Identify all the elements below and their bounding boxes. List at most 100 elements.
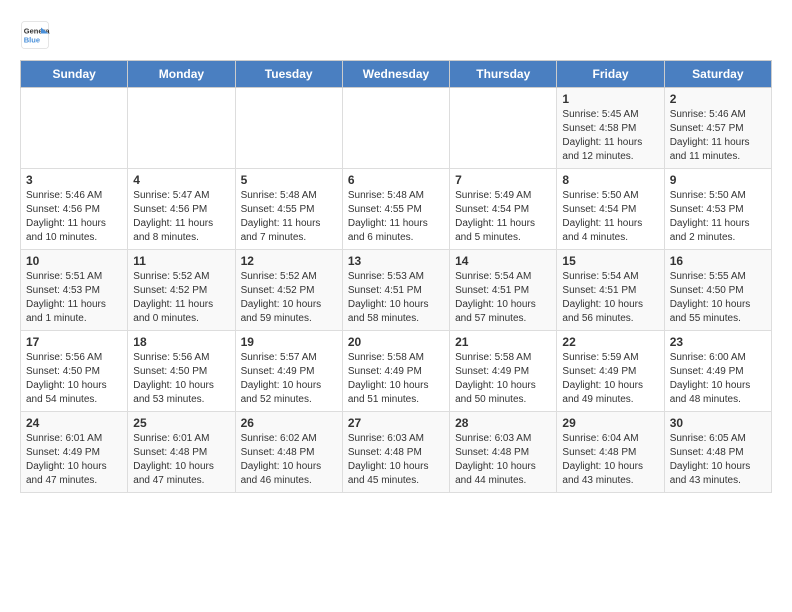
page-header: General Blue: [20, 20, 772, 50]
day-number: 2: [670, 92, 766, 106]
calendar-cell: 29 Sunrise: 6:04 AM Sunset: 4:48 PM Dayli…: [557, 412, 664, 493]
day-detail: Sunrise: 5:46 AM Sunset: 4:56 PM Dayligh…: [26, 189, 122, 245]
calendar-cell: 3 Sunrise: 5:46 AM Sunset: 4:56 PM Daylig…: [21, 169, 128, 250]
day-number: 11: [133, 254, 229, 268]
day-number: 5: [241, 173, 337, 187]
calendar-cell: 10 Sunrise: 5:51 AM Sunset: 4:53 PM Dayli…: [21, 250, 128, 331]
day-number: 29: [562, 416, 658, 430]
day-number: 18: [133, 335, 229, 349]
day-detail: Sunrise: 5:53 AM Sunset: 4:51 PM Dayligh…: [348, 270, 444, 326]
day-detail: Sunrise: 5:59 AM Sunset: 4:49 PM Dayligh…: [562, 351, 658, 407]
day-number: 21: [455, 335, 551, 349]
day-number: 25: [133, 416, 229, 430]
calendar-cell: 12 Sunrise: 5:52 AM Sunset: 4:52 PM Dayli…: [235, 250, 342, 331]
calendar-cell: 26 Sunrise: 6:02 AM Sunset: 4:48 PM Dayli…: [235, 412, 342, 493]
svg-text:General: General: [24, 27, 50, 36]
calendar-table: Sunday Monday Tuesday Wednesday Thursday…: [20, 60, 772, 493]
day-number: 22: [562, 335, 658, 349]
page-container: General Blue Sunday Monday Tuesday Wedne…: [0, 0, 792, 503]
day-number: 20: [348, 335, 444, 349]
day-number: 1: [562, 92, 658, 106]
calendar-cell: [235, 88, 342, 169]
day-detail: Sunrise: 5:54 AM Sunset: 4:51 PM Dayligh…: [455, 270, 551, 326]
day-detail: Sunrise: 5:52 AM Sunset: 4:52 PM Dayligh…: [241, 270, 337, 326]
day-number: 3: [26, 173, 122, 187]
header-friday: Friday: [557, 61, 664, 88]
header-sunday: Sunday: [21, 61, 128, 88]
day-detail: Sunrise: 5:50 AM Sunset: 4:54 PM Dayligh…: [562, 189, 658, 245]
calendar-body: 1 Sunrise: 5:45 AM Sunset: 4:58 PM Daylig…: [21, 88, 772, 493]
day-detail: Sunrise: 6:03 AM Sunset: 4:48 PM Dayligh…: [455, 432, 551, 488]
calendar-cell: [342, 88, 449, 169]
day-number: 4: [133, 173, 229, 187]
day-detail: Sunrise: 5:51 AM Sunset: 4:53 PM Dayligh…: [26, 270, 122, 326]
calendar-cell: 24 Sunrise: 6:01 AM Sunset: 4:49 PM Dayli…: [21, 412, 128, 493]
calendar-cell: 11 Sunrise: 5:52 AM Sunset: 4:52 PM Dayli…: [128, 250, 235, 331]
day-number: 7: [455, 173, 551, 187]
calendar-cell: 13Sunrise: 5:53 AM Sunset: 4:51 PM Dayli…: [342, 250, 449, 331]
day-detail: Sunrise: 6:01 AM Sunset: 4:49 PM Dayligh…: [26, 432, 122, 488]
calendar-cell: 4 Sunrise: 5:47 AM Sunset: 4:56 PM Daylig…: [128, 169, 235, 250]
day-number: 14: [455, 254, 551, 268]
calendar-week-row: 1 Sunrise: 5:45 AM Sunset: 4:58 PM Daylig…: [21, 88, 772, 169]
calendar-week-row: 10 Sunrise: 5:51 AM Sunset: 4:53 PM Dayli…: [21, 250, 772, 331]
calendar-week-row: 3 Sunrise: 5:46 AM Sunset: 4:56 PM Daylig…: [21, 169, 772, 250]
calendar-cell: 16Sunrise: 5:55 AM Sunset: 4:50 PM Dayli…: [664, 250, 771, 331]
day-number: 9: [670, 173, 766, 187]
day-detail: Sunrise: 6:01 AM Sunset: 4:48 PM Dayligh…: [133, 432, 229, 488]
calendar-week-row: 17Sunrise: 5:56 AM Sunset: 4:50 PM Dayli…: [21, 331, 772, 412]
day-number: 23: [670, 335, 766, 349]
calendar-cell: 23 Sunrise: 6:00 AM Sunset: 4:49 PM Dayli…: [664, 331, 771, 412]
day-number: 24: [26, 416, 122, 430]
calendar-week-row: 24 Sunrise: 6:01 AM Sunset: 4:49 PM Dayli…: [21, 412, 772, 493]
day-number: 16: [670, 254, 766, 268]
calendar-cell: 21Sunrise: 5:58 AM Sunset: 4:49 PM Dayli…: [450, 331, 557, 412]
calendar-cell: 9 Sunrise: 5:50 AM Sunset: 4:53 PM Daylig…: [664, 169, 771, 250]
day-number: 26: [241, 416, 337, 430]
day-detail: Sunrise: 5:52 AM Sunset: 4:52 PM Dayligh…: [133, 270, 229, 326]
day-detail: Sunrise: 5:49 AM Sunset: 4:54 PM Dayligh…: [455, 189, 551, 245]
svg-text:Blue: Blue: [24, 36, 40, 45]
calendar-cell: 6Sunrise: 5:48 AM Sunset: 4:55 PM Daylig…: [342, 169, 449, 250]
calendar-cell: 15Sunrise: 5:54 AM Sunset: 4:51 PM Dayli…: [557, 250, 664, 331]
calendar-cell: 8 Sunrise: 5:50 AM Sunset: 4:54 PM Daylig…: [557, 169, 664, 250]
day-detail: Sunrise: 6:05 AM Sunset: 4:48 PM Dayligh…: [670, 432, 766, 488]
day-number: 6: [348, 173, 444, 187]
header-wednesday: Wednesday: [342, 61, 449, 88]
day-detail: Sunrise: 6:04 AM Sunset: 4:48 PM Dayligh…: [562, 432, 658, 488]
day-detail: Sunrise: 6:02 AM Sunset: 4:48 PM Dayligh…: [241, 432, 337, 488]
day-detail: Sunrise: 5:47 AM Sunset: 4:56 PM Dayligh…: [133, 189, 229, 245]
day-number: 10: [26, 254, 122, 268]
calendar-cell: [128, 88, 235, 169]
calendar-cell: 20 Sunrise: 5:58 AM Sunset: 4:49 PM Dayli…: [342, 331, 449, 412]
calendar-cell: 22 Sunrise: 5:59 AM Sunset: 4:49 PM Dayli…: [557, 331, 664, 412]
header-tuesday: Tuesday: [235, 61, 342, 88]
calendar-cell: [21, 88, 128, 169]
calendar-cell: 28Sunrise: 6:03 AM Sunset: 4:48 PM Dayli…: [450, 412, 557, 493]
day-detail: Sunrise: 5:57 AM Sunset: 4:49 PM Dayligh…: [241, 351, 337, 407]
calendar-cell: 27Sunrise: 6:03 AM Sunset: 4:48 PM Dayli…: [342, 412, 449, 493]
header-monday: Monday: [128, 61, 235, 88]
calendar-cell: 17Sunrise: 5:56 AM Sunset: 4:50 PM Dayli…: [21, 331, 128, 412]
day-number: 12: [241, 254, 337, 268]
calendar-cell: 1 Sunrise: 5:45 AM Sunset: 4:58 PM Daylig…: [557, 88, 664, 169]
calendar-cell: 19 Sunrise: 5:57 AM Sunset: 4:49 PM Dayli…: [235, 331, 342, 412]
day-detail: Sunrise: 6:00 AM Sunset: 4:49 PM Dayligh…: [670, 351, 766, 407]
calendar-cell: 14 Sunrise: 5:54 AM Sunset: 4:51 PM Dayli…: [450, 250, 557, 331]
day-detail: Sunrise: 5:58 AM Sunset: 4:49 PM Dayligh…: [348, 351, 444, 407]
header-thursday: Thursday: [450, 61, 557, 88]
calendar-cell: 18 Sunrise: 5:56 AM Sunset: 4:50 PM Dayli…: [128, 331, 235, 412]
day-detail: Sunrise: 5:56 AM Sunset: 4:50 PM Dayligh…: [133, 351, 229, 407]
day-detail: Sunrise: 5:50 AM Sunset: 4:53 PM Dayligh…: [670, 189, 766, 245]
logo: General Blue: [20, 20, 54, 50]
calendar-cell: 2 Sunrise: 5:46 AM Sunset: 4:57 PM Daylig…: [664, 88, 771, 169]
day-detail: Sunrise: 5:45 AM Sunset: 4:58 PM Dayligh…: [562, 108, 658, 164]
day-detail: Sunrise: 5:54 AM Sunset: 4:51 PM Dayligh…: [562, 270, 658, 326]
day-detail: Sunrise: 6:03 AM Sunset: 4:48 PM Dayligh…: [348, 432, 444, 488]
day-detail: Sunrise: 5:56 AM Sunset: 4:50 PM Dayligh…: [26, 351, 122, 407]
day-number: 8: [562, 173, 658, 187]
day-number: 19: [241, 335, 337, 349]
logo-icon: General Blue: [20, 20, 50, 50]
calendar-cell: 5Sunrise: 5:48 AM Sunset: 4:55 PM Daylig…: [235, 169, 342, 250]
day-detail: Sunrise: 5:46 AM Sunset: 4:57 PM Dayligh…: [670, 108, 766, 164]
